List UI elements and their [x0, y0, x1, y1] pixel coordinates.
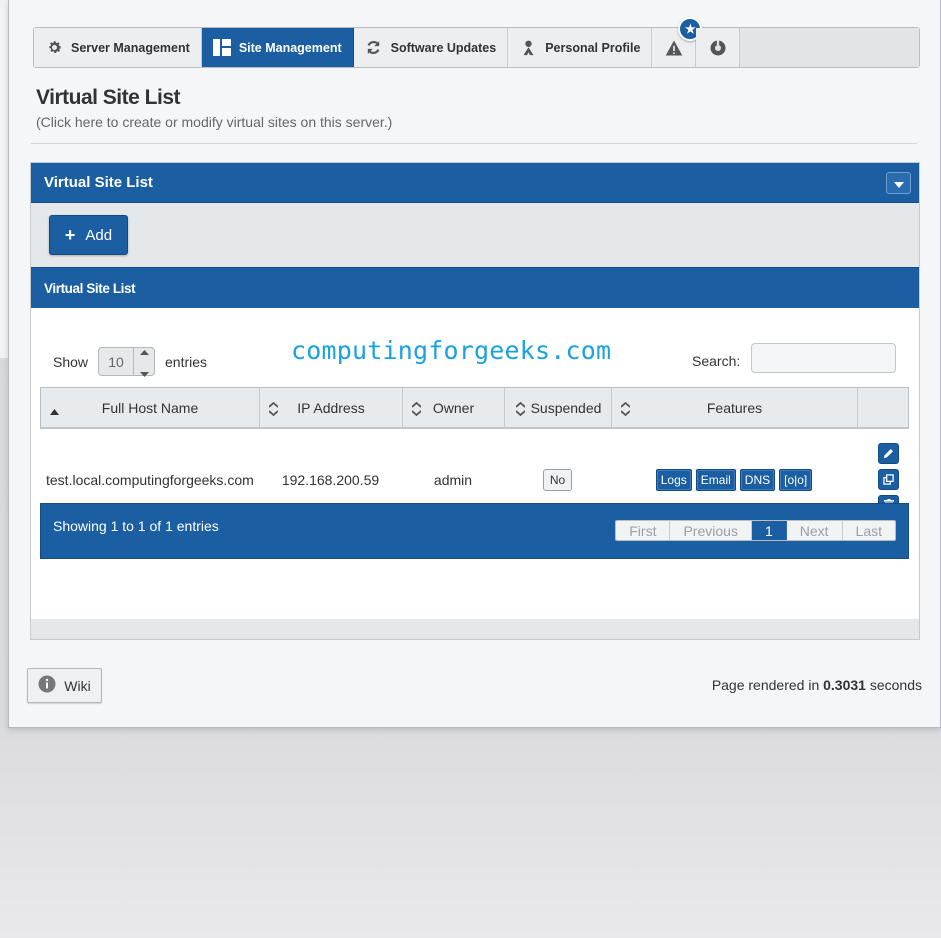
add-label: Add — [85, 226, 113, 244]
column-label: IP Address — [297, 399, 365, 416]
panel-header: Virtual Site List — [31, 163, 919, 203]
render-value: 0.3031 — [823, 677, 866, 693]
nav-filler — [740, 28, 919, 67]
entries-info: Showing 1 to 1 of 1 entries — [53, 518, 219, 534]
divider — [31, 143, 917, 144]
warning-icon — [665, 39, 683, 57]
info-icon — [38, 675, 56, 696]
page-length-value: 10 — [108, 353, 124, 370]
wiki-button[interactable]: Wiki — [27, 668, 102, 703]
layout-icon — [212, 39, 231, 57]
pagination: First Previous 1 Next Last — [615, 520, 896, 541]
tab-help[interactable] — [696, 28, 741, 67]
tab-site-management[interactable]: Site Management — [201, 28, 354, 67]
page-container: Server Management Site Management Softwa… — [8, 0, 941, 728]
plus-icon: + — [64, 225, 76, 245]
tab-label: Personal Profile — [545, 40, 641, 55]
search-label: Search: — [692, 353, 741, 369]
tab-alerts[interactable]: ★ — [652, 17, 703, 67]
site-list-header: Virtual Site List — [31, 268, 919, 308]
collapse-button[interactable] — [886, 172, 911, 194]
sort-both-icon — [515, 401, 526, 419]
column-label: Full Host Name — [101, 399, 199, 416]
edit-button[interactable] — [878, 443, 899, 464]
wiki-label: Wiki — [64, 677, 91, 694]
site-list-title: Virtual Site List — [44, 280, 136, 296]
email-button[interactable]: Email — [695, 468, 736, 491]
web-button[interactable]: [o|o] — [779, 468, 813, 491]
external-link-icon — [883, 472, 894, 488]
sort-both-icon — [411, 401, 422, 419]
tab-label: Site Management — [238, 40, 342, 55]
sort-both-icon — [620, 401, 631, 419]
column-owner[interactable]: Owner — [403, 388, 505, 427]
open-external-button[interactable] — [878, 469, 899, 490]
virtual-site-panel: Virtual Site List + Add Virtual Site Lis… — [30, 162, 920, 640]
gear-icon — [45, 39, 63, 57]
suspended-toggle[interactable]: No — [542, 468, 573, 491]
panel-title: Virtual Site List — [44, 174, 153, 191]
user-icon — [519, 39, 537, 57]
watermark-text: computingforgeeks.com — [291, 336, 612, 365]
pager-first[interactable]: First — [616, 521, 671, 540]
column-actions — [858, 388, 908, 427]
page-length-stepper[interactable]: 10 — [98, 347, 155, 377]
panel-toolbar: + Add — [31, 203, 919, 267]
refresh-icon — [365, 39, 383, 57]
column-label: Features — [706, 399, 763, 416]
pencil-icon — [883, 446, 894, 462]
render-time: Page rendered in 0.3031 seconds — [712, 677, 922, 693]
pager-next[interactable]: Next — [786, 521, 843, 540]
help-icon — [709, 39, 727, 57]
tab-server-management[interactable]: Server Management — [34, 28, 202, 67]
caret-down-icon — [893, 175, 904, 192]
tab-label: Server Management — [71, 40, 190, 55]
sort-asc-icon — [50, 402, 59, 418]
column-full-host-name[interactable]: Full Host Name — [41, 388, 260, 427]
pager-last[interactable]: Last — [842, 521, 895, 540]
column-suspended[interactable]: Suspended — [505, 388, 612, 427]
page-title[interactable]: Virtual Site List — [36, 86, 181, 110]
render-suffix: seconds — [869, 677, 922, 693]
main-nav: Server Management Site Management Softwa… — [33, 17, 920, 68]
logs-button[interactable]: Logs — [655, 468, 692, 491]
search-input[interactable] — [751, 343, 896, 373]
add-button[interactable]: + Add — [49, 215, 128, 255]
pager-previous[interactable]: Previous — [670, 521, 752, 540]
tab-software-updates[interactable]: Software Updates — [353, 28, 509, 67]
sort-both-icon — [268, 401, 279, 419]
page-subtitle[interactable]: (Click here to create or modify virtual … — [36, 114, 392, 130]
arrow-down-icon[interactable] — [139, 364, 149, 382]
table-footer: Showing 1 to 1 of 1 entries First Previo… — [40, 503, 909, 559]
pager-page-1[interactable]: 1 — [751, 521, 787, 540]
column-features[interactable]: Features — [612, 388, 858, 427]
column-ip-address[interactable]: IP Address — [260, 388, 403, 427]
tab-label: Software Updates — [390, 40, 497, 55]
table-header: Full Host Name IP Address Owner Suspende… — [40, 387, 909, 429]
stepper-arrows[interactable] — [133, 348, 154, 377]
arrow-up-icon[interactable] — [139, 342, 149, 360]
dns-button[interactable]: DNS — [739, 468, 776, 491]
tab-personal-profile[interactable]: Personal Profile — [508, 28, 653, 67]
render-prefix: Page rendered in — [711, 677, 820, 693]
entries-label: entries — [165, 354, 208, 370]
site-list-box: Virtual Site List Show 10 entries comput… — [31, 267, 919, 619]
show-label: Show — [53, 354, 89, 370]
